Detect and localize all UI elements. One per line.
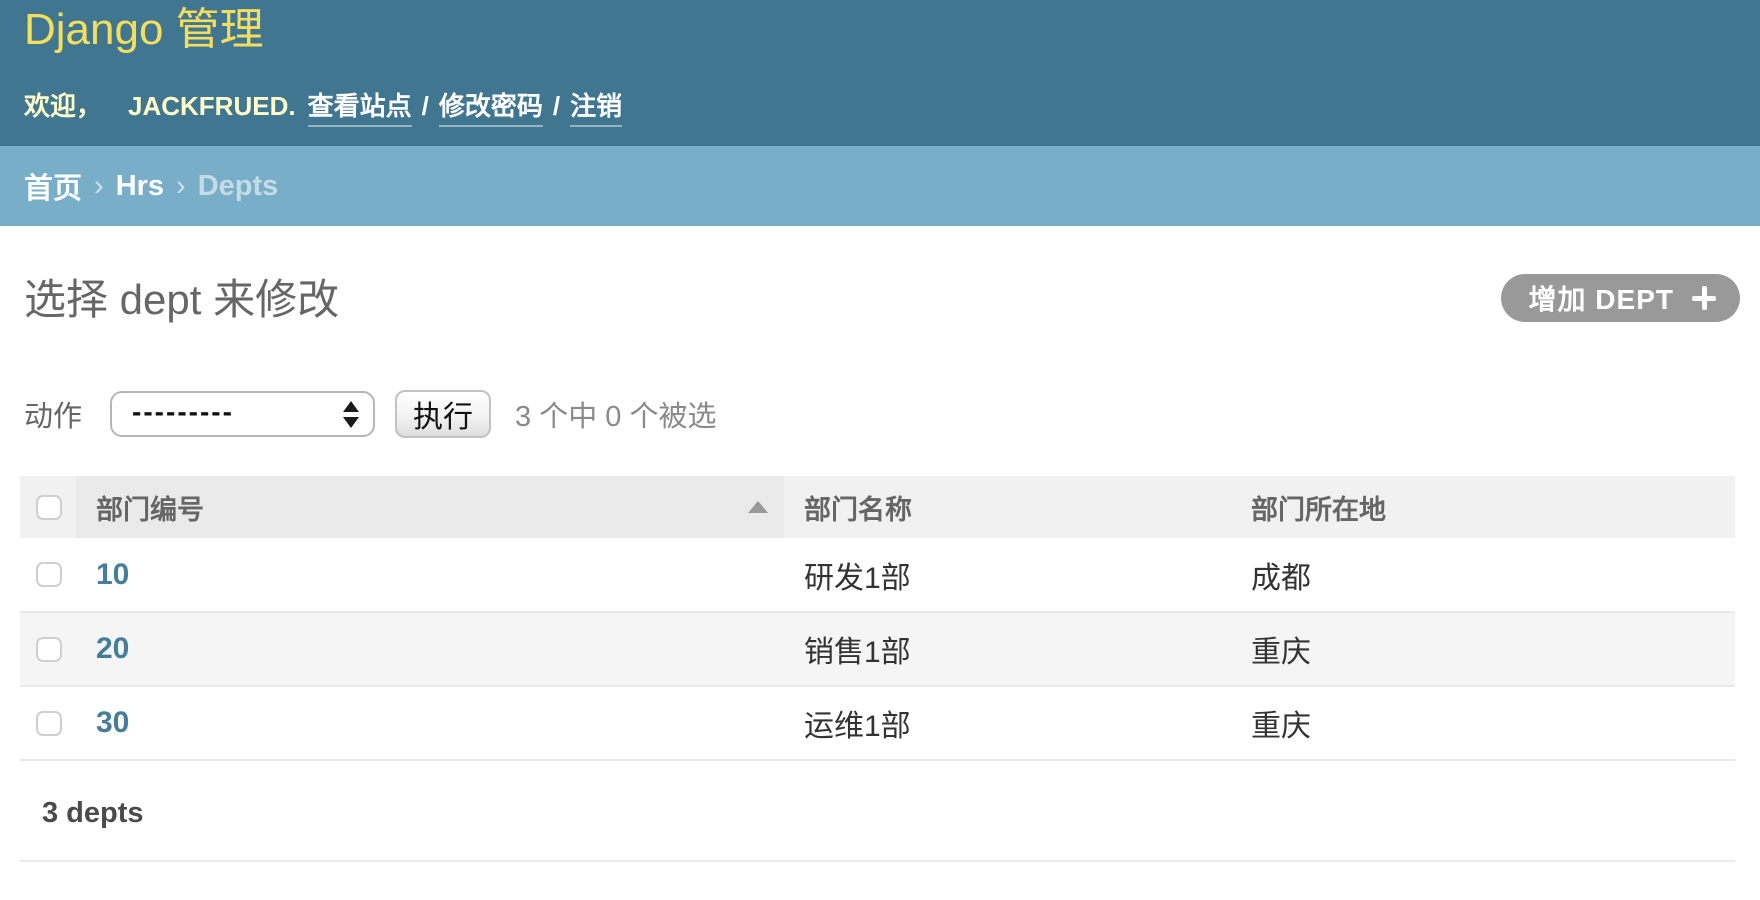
link-separator: / bbox=[422, 91, 429, 122]
username: JACKFRUED. bbox=[128, 91, 296, 122]
change-password-link[interactable]: 修改密码 bbox=[439, 86, 543, 127]
breadcrumb: 首页 › Hrs › Depts bbox=[0, 146, 1760, 226]
dept-no-link[interactable]: 30 bbox=[96, 706, 129, 739]
paginator-count: 3 depts bbox=[20, 761, 1735, 862]
site-brand-link[interactable]: Django 管理 bbox=[24, 4, 264, 57]
content-area: 选择 dept 来修改 增加 DEPT 动作 --------- 执行 3 个中… bbox=[0, 226, 1760, 900]
dept-table: 部门编号 部门名称 部门所在地 10 研发1部 bbox=[20, 476, 1735, 761]
action-counter: 3 个中 0 个被选 bbox=[515, 393, 716, 435]
page-title: 选择 dept 来修改 bbox=[24, 266, 339, 327]
dept-location-cell: 重庆 bbox=[1231, 686, 1735, 760]
sort-ascending-icon bbox=[748, 501, 768, 513]
dept-name-cell: 销售1部 bbox=[784, 612, 1231, 686]
link-separator: / bbox=[553, 91, 560, 122]
actions-label: 动作 bbox=[24, 393, 82, 435]
add-dept-button-label: 增加 DEPT bbox=[1529, 278, 1674, 318]
breadcrumb-separator-icon: › bbox=[176, 170, 186, 203]
admin-header: Django 管理 欢迎， JACKFRUED. 查看站点 / 修改密码 / 注… bbox=[0, 0, 1760, 146]
action-select[interactable]: --------- bbox=[110, 391, 375, 437]
select-stepper-icon bbox=[343, 401, 359, 428]
logout-link[interactable]: 注销 bbox=[570, 86, 622, 127]
column-header-label: 部门名称 bbox=[804, 495, 912, 525]
breadcrumb-hrs-link[interactable]: Hrs bbox=[116, 170, 164, 203]
column-header-label: 部门编号 bbox=[96, 488, 204, 527]
plus-icon bbox=[1692, 286, 1716, 310]
dept-location-cell: 重庆 bbox=[1231, 612, 1735, 686]
column-header-dept-no[interactable]: 部门编号 bbox=[76, 476, 784, 538]
column-header-label: 部门所在地 bbox=[1251, 495, 1386, 525]
view-site-link[interactable]: 查看站点 bbox=[308, 86, 412, 127]
dept-name-cell: 运维1部 bbox=[784, 686, 1231, 760]
table-row: 10 研发1部 成都 bbox=[20, 538, 1735, 612]
table-row: 20 销售1部 重庆 bbox=[20, 612, 1735, 686]
row-checkbox[interactable] bbox=[36, 637, 62, 662]
column-header-dept-name[interactable]: 部门名称 bbox=[784, 476, 1231, 538]
welcome-text: 欢迎， bbox=[24, 86, 102, 123]
select-all-cell bbox=[20, 476, 76, 538]
dept-no-link[interactable]: 20 bbox=[96, 632, 129, 665]
breadcrumb-separator-icon: › bbox=[94, 170, 104, 203]
table-row: 30 运维1部 重庆 bbox=[20, 686, 1735, 760]
row-checkbox[interactable] bbox=[36, 711, 62, 736]
changelist: 部门编号 部门名称 部门所在地 10 研发1部 bbox=[20, 476, 1735, 862]
go-button[interactable]: 执行 bbox=[395, 390, 491, 438]
dept-no-link[interactable]: 10 bbox=[96, 558, 129, 591]
dept-name-cell: 研发1部 bbox=[784, 538, 1231, 612]
user-tools: 欢迎， JACKFRUED. 查看站点 / 修改密码 / 注销 bbox=[24, 86, 626, 127]
breadcrumb-home-link[interactable]: 首页 bbox=[24, 165, 82, 207]
table-header-row: 部门编号 部门名称 部门所在地 bbox=[20, 476, 1735, 538]
select-all-checkbox[interactable] bbox=[36, 495, 62, 520]
dept-location-cell: 成都 bbox=[1231, 538, 1735, 612]
row-checkbox[interactable] bbox=[36, 562, 62, 587]
action-select-value: --------- bbox=[132, 396, 234, 428]
actions-bar: 动作 --------- 执行 3 个中 0 个被选 bbox=[24, 390, 716, 438]
breadcrumb-current: Depts bbox=[198, 170, 279, 203]
add-dept-button[interactable]: 增加 DEPT bbox=[1501, 274, 1740, 322]
column-header-dept-location[interactable]: 部门所在地 bbox=[1231, 476, 1735, 538]
